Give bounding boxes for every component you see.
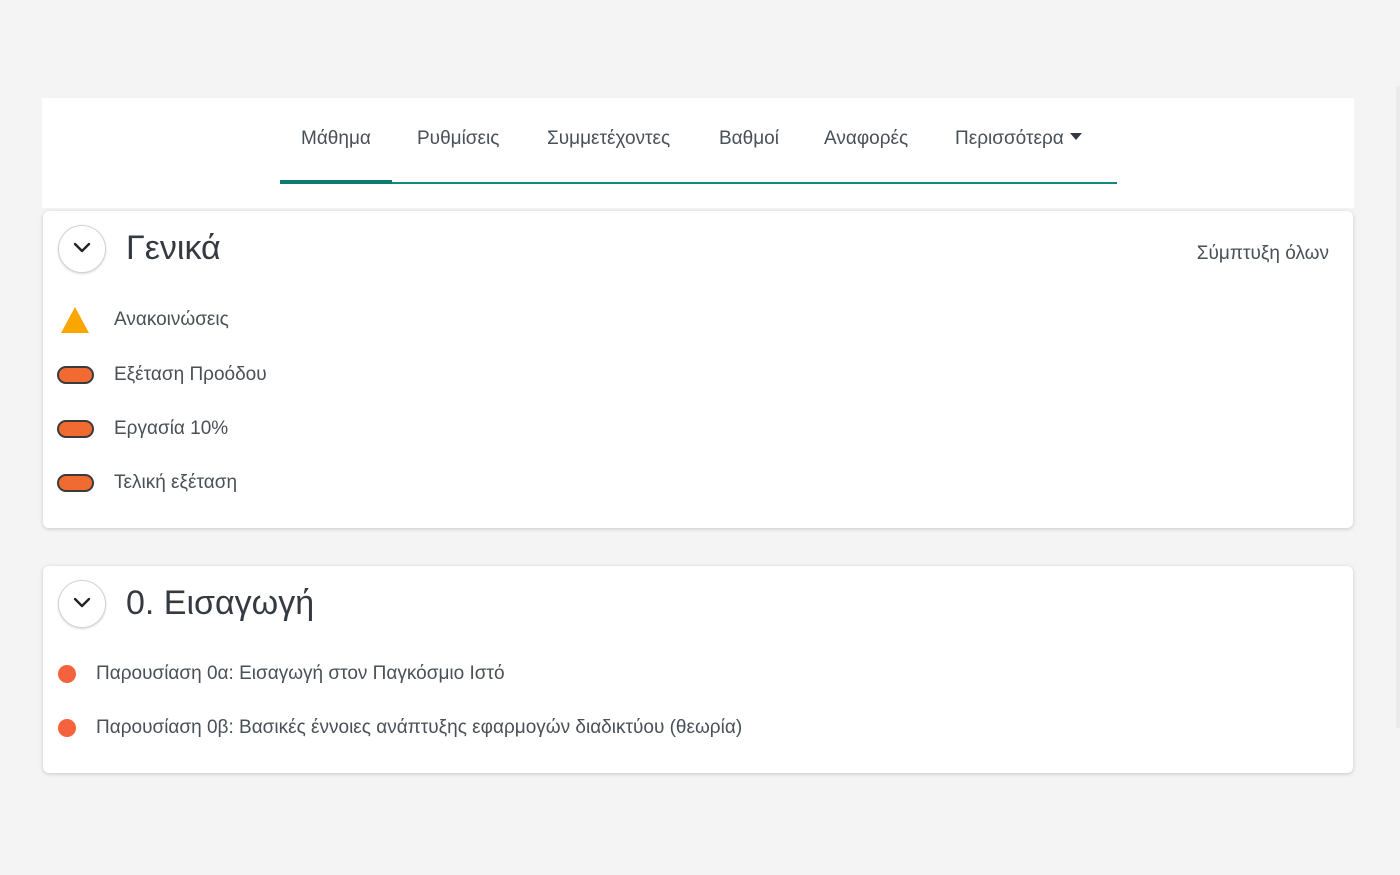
section-introduction-toggle[interactable] <box>58 580 106 628</box>
tab-participants-label: Συμμετέχοντες <box>547 128 671 149</box>
side-drawer-edge <box>1396 86 1400 728</box>
tab-participants[interactable]: Συμμετέχοντες <box>547 98 670 182</box>
activity-label: Τελική εξέταση <box>114 472 238 493</box>
caret-down-icon <box>1069 133 1082 141</box>
tab-course-label: Μάθημα <box>301 128 371 149</box>
tab-more[interactable]: Περισσότερα <box>955 98 1082 182</box>
activity-label: Παρουσίαση 0α: Εισαγωγή στον Παγκόσμιο Ι… <box>96 663 505 684</box>
section-general: Γενικά Σύμπτυξη όλων Ανακοινώσεις Εξέτασ… <box>43 211 1353 528</box>
tab-reports-label: Αναφορές <box>824 128 909 149</box>
activity-progress-exam[interactable]: Εξέταση Προόδου <box>57 360 357 390</box>
section-title: Γενικά <box>126 229 221 267</box>
activity-label: Εργασία 10% <box>114 418 229 439</box>
section-general-toggle[interactable] <box>58 225 106 273</box>
activity-label: Εξέταση Προόδου <box>114 364 267 385</box>
activity-label: Παρουσίαση 0β: Βασικές έννοιες ανάπτυξης… <box>96 717 743 738</box>
resource-dot-icon <box>58 719 76 737</box>
forum-warning-icon <box>61 307 89 333</box>
tab-course[interactable]: Μάθημα <box>280 98 392 184</box>
tab-settings[interactable]: Ρυθμίσεις <box>417 98 499 182</box>
chevron-down-icon <box>73 597 91 608</box>
activity-announcements[interactable]: Ανακοινώσεις <box>57 305 317 335</box>
course-tabs: Μάθημα Ρυθμίσεις Συμμετέχοντες Βαθμοί Αν… <box>280 98 1117 184</box>
course-navigation-bar: Μάθημα Ρυθμίσεις Συμμετέχοντες Βαθμοί Αν… <box>42 98 1354 208</box>
assignment-pill-icon <box>57 420 94 438</box>
assignment-pill-icon <box>57 474 94 492</box>
assignment-pill-icon <box>57 366 94 384</box>
tab-reports[interactable]: Αναφορές <box>824 98 908 182</box>
resource-dot-icon <box>58 665 76 683</box>
activity-final-exam[interactable]: Τελική εξέταση <box>57 468 317 498</box>
collapse-all-link[interactable]: Σύμπτυξη όλων <box>1197 243 1329 265</box>
chevron-down-icon <box>73 242 91 253</box>
section-title: 0. Εισαγωγή <box>126 584 315 622</box>
activity-presentation-0b[interactable]: Παρουσίαση 0β: Βασικές έννοιες ανάπτυξης… <box>57 713 817 743</box>
tab-grades-label: Βαθμοί <box>719 128 779 149</box>
section-introduction: 0. Εισαγωγή Παρουσίαση 0α: Εισαγωγή στον… <box>43 566 1353 773</box>
tab-more-label: Περισσότερα <box>955 128 1064 149</box>
tab-grades[interactable]: Βαθμοί <box>719 98 779 182</box>
activity-assignment-10[interactable]: Εργασία 10% <box>57 414 317 444</box>
activity-presentation-0a[interactable]: Παρουσίαση 0α: Εισαγωγή στον Παγκόσμιο Ι… <box>57 659 577 689</box>
activity-label: Ανακοινώσεις <box>114 309 229 330</box>
tab-settings-label: Ρυθμίσεις <box>417 128 500 149</box>
